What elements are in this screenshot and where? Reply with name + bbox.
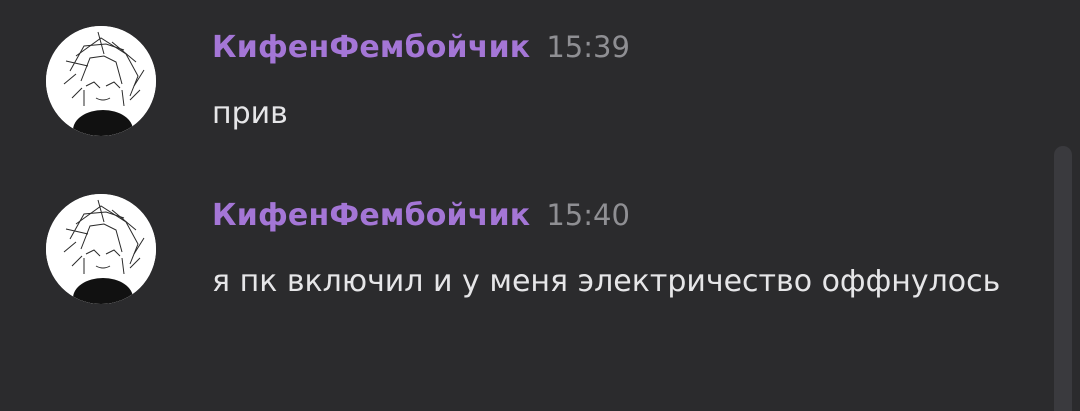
avatar-sketch-image [46, 26, 156, 136]
user-avatar[interactable] [46, 26, 156, 136]
username[interactable]: КифенФембойчик [212, 30, 530, 65]
message-header: КифенФембойчик 15:40 [212, 198, 630, 238]
scrollbar[interactable] [1054, 146, 1072, 411]
avatar-sketch-image [46, 194, 156, 304]
message-text: я пк включил и у меня электричество оффн… [212, 264, 1001, 299]
timestamp: 15:39 [546, 30, 630, 64]
chat-view: КифенФембойчик 15:39 прив КифенФембойчик… [0, 0, 1080, 411]
username[interactable]: КифенФембойчик [212, 198, 530, 233]
message-text: прив [212, 96, 288, 131]
message-header: КифенФембойчик 15:39 [212, 30, 630, 70]
user-avatar[interactable] [46, 194, 156, 304]
timestamp: 15:40 [546, 198, 630, 232]
